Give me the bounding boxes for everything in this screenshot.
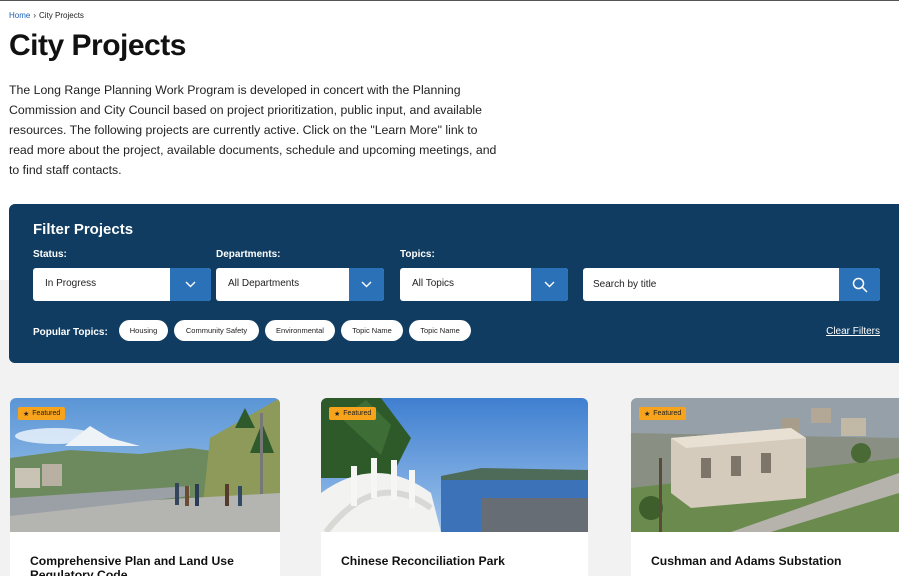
departments-select[interactable]: All Departments (216, 268, 384, 301)
project-card[interactable]: ★ Featured Comprehensive Plan and Land Us… (10, 398, 280, 576)
topics-label: Topics: (400, 249, 435, 260)
featured-badge: ★ Featured (18, 407, 66, 420)
search-box (583, 268, 880, 301)
project-card-title[interactable]: Comprehensive Plan and Land Use Regulato… (30, 554, 270, 576)
project-card-title[interactable]: Cushman and Adams Substation (651, 554, 891, 568)
featured-badge: ★ Featured (329, 407, 377, 420)
page-title: City Projects (9, 29, 186, 62)
search-input[interactable] (583, 268, 839, 301)
topics-dropdown-button[interactable] (531, 268, 568, 301)
filter-panel: Filter Projects Status: In Progress Depa… (9, 204, 899, 363)
project-card-title[interactable]: Chinese Reconciliation Park (341, 554, 581, 568)
status-select[interactable]: In Progress (33, 268, 211, 301)
intro-paragraph: The Long Range Planning Work Program is … (9, 83, 497, 177)
project-card[interactable]: ★ Featured Cushman and Adams Substation (631, 398, 899, 576)
popular-topics-label: Popular Topics: (33, 327, 108, 338)
topic-pill-housing[interactable]: Housing (119, 320, 168, 341)
star-icon: ★ (644, 410, 651, 418)
status-label: Status: (33, 249, 67, 260)
featured-badge-label: Featured (343, 410, 372, 417)
star-icon: ★ (23, 410, 30, 418)
topic-pill-community-safety[interactable]: Community Safety (174, 320, 259, 341)
breadcrumb-current: City Projects (39, 11, 84, 20)
topics-value: All Topics (412, 278, 455, 289)
featured-badge-label: Featured (653, 410, 682, 417)
project-card[interactable]: ★ Featured Chinese Reconciliation Park (321, 398, 588, 576)
topic-pill-topic-name[interactable]: Topic Name (341, 320, 403, 341)
chevron-down-icon (361, 281, 372, 288)
departments-label: Departments: (216, 249, 281, 260)
search-icon (852, 277, 868, 293)
breadcrumb: Home › City Projects (9, 11, 84, 20)
status-value: In Progress (45, 278, 97, 289)
chevron-down-icon (544, 281, 555, 288)
topic-pill-topic-name[interactable]: Topic Name (409, 320, 471, 341)
search-button[interactable] (839, 268, 880, 301)
breadcrumb-separator: › (33, 11, 37, 20)
featured-badge-label: Featured (32, 410, 61, 417)
topic-pill-environmental[interactable]: Environmental (265, 320, 335, 341)
departments-value: All Departments (228, 278, 300, 289)
departments-dropdown-button[interactable] (349, 268, 384, 301)
topics-select[interactable]: All Topics (400, 268, 568, 301)
clear-filters-link[interactable]: Clear Filters (826, 326, 880, 337)
filter-title: Filter Projects (33, 221, 134, 238)
featured-badge: ★ Featured (639, 407, 687, 420)
breadcrumb-home-link[interactable]: Home (9, 11, 30, 20)
status-dropdown-button[interactable] (170, 268, 211, 301)
top-border (0, 0, 899, 1)
star-icon: ★ (334, 410, 341, 418)
chevron-down-icon (185, 281, 196, 288)
